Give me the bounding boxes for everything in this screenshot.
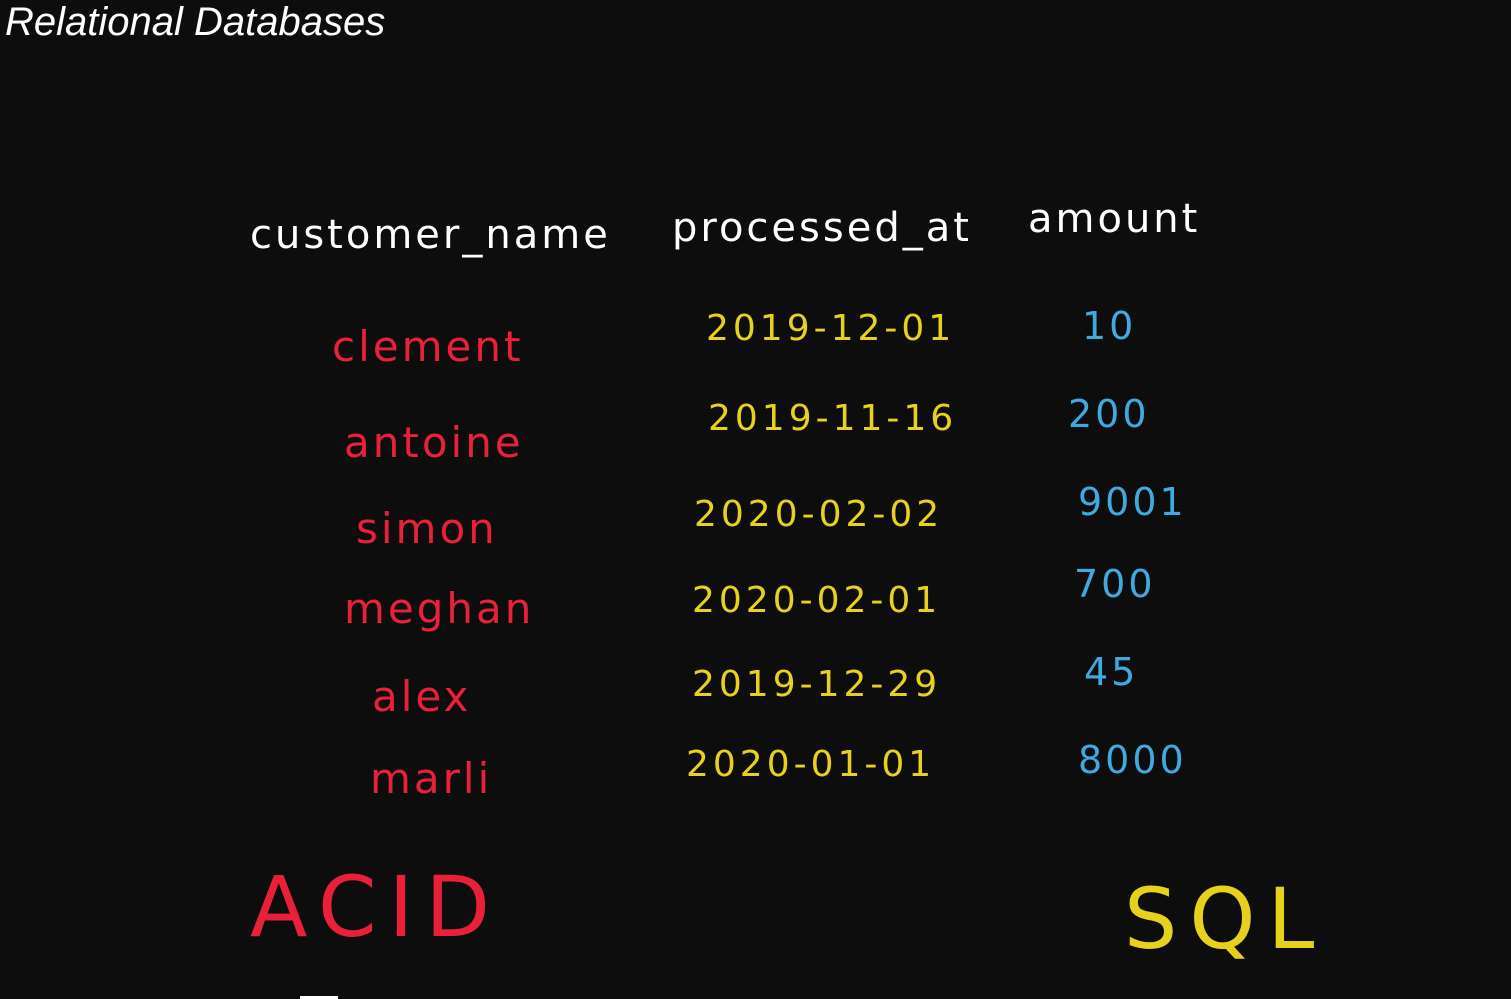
acid-annotation: ACID [250,858,503,956]
cell-customer-name: antoine [344,418,524,467]
column-header-customer-name: customer_name [250,212,611,258]
slide-title: Relational Databases [5,0,386,44]
cell-customer-name: meghan [344,584,535,633]
cell-processed-at: 2020-02-01 [692,580,942,621]
cell-processed-at: 2019-12-29 [692,664,942,705]
cell-customer-name: simon [356,504,498,553]
cell-processed-at: 2019-11-16 [708,398,958,439]
cell-customer-name: marli [370,754,493,803]
sql-annotation: SQL [1124,870,1327,968]
cell-customer-name: alex [372,672,472,721]
cell-amount: 700 [1074,562,1156,606]
cell-processed-at: 2020-01-01 [686,744,936,785]
cell-amount: 10 [1082,304,1137,348]
cell-processed-at: 2020-02-02 [694,494,944,535]
cell-amount: 200 [1068,392,1150,436]
column-header-amount: amount [1028,196,1201,242]
column-header-processed-at: processed_at [672,205,972,251]
cell-amount: 8000 [1078,738,1187,782]
cell-amount: 9001 [1078,480,1187,524]
cell-amount: 45 [1084,650,1139,694]
cell-customer-name: clement [332,322,524,371]
cell-processed-at: 2019-12-01 [706,308,956,349]
